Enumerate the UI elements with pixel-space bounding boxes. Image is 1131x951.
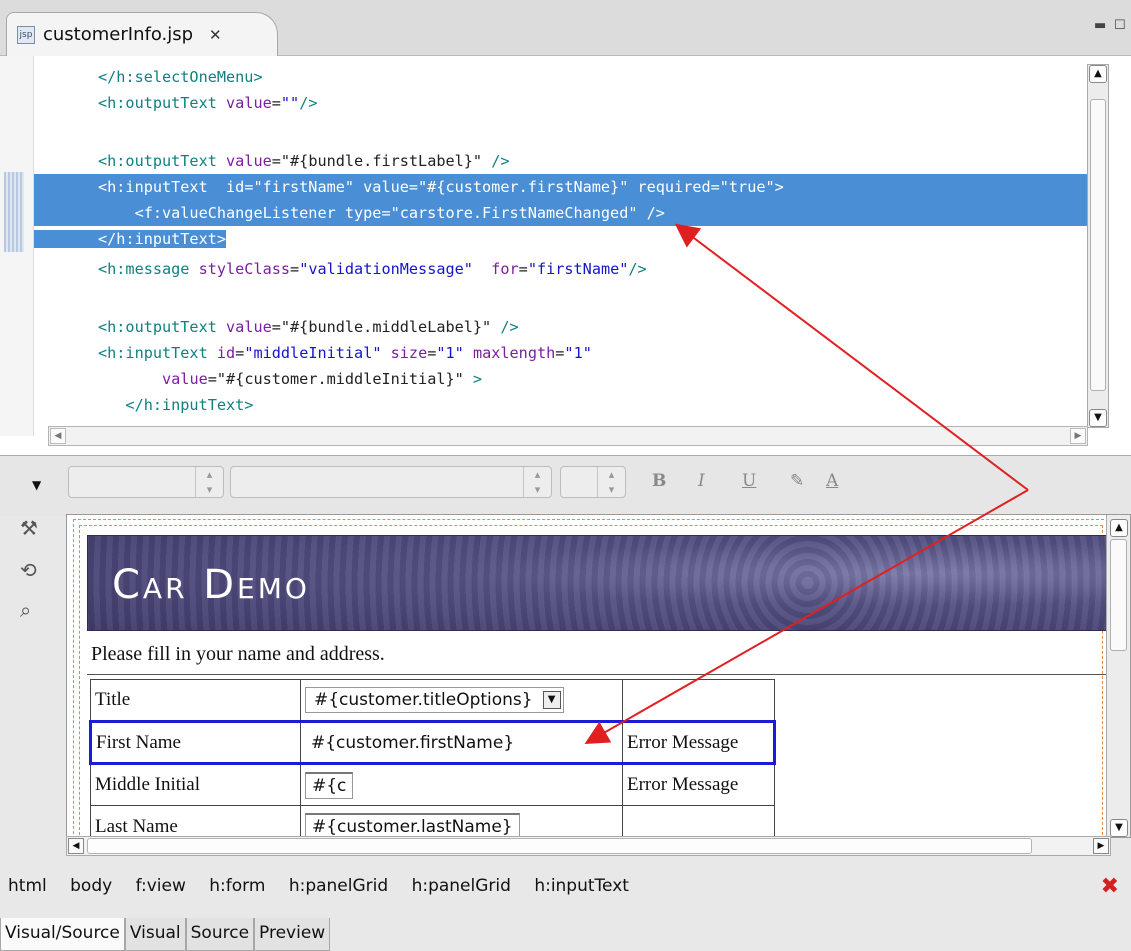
breadcrumb-item[interactable]: h:panelGrid xyxy=(412,876,511,896)
code-text: </h:inputText> xyxy=(34,230,227,248)
editor-tab-label: customerInfo.jsp xyxy=(43,24,194,45)
row-message: Error Message xyxy=(622,763,775,806)
breadcrumb-item[interactable]: body xyxy=(70,876,112,896)
scroll-up-icon[interactable]: ▲ xyxy=(1089,65,1107,83)
breadcrumb-item[interactable]: html xyxy=(8,876,47,896)
minimize-icon[interactable]: ▬ xyxy=(1094,18,1106,33)
row-message: Error Message xyxy=(622,720,776,765)
editor-tab-customerinfo[interactable]: jsp customerInfo.jsp ✕ xyxy=(6,12,278,56)
customer-panel-grid: Title #{customer.titleOptions} ▼ First Na… xyxy=(89,679,776,837)
canvas-vertical-scrollbar[interactable]: ▲ ▼ xyxy=(1106,515,1130,837)
row-label: Last Name xyxy=(90,805,301,837)
editor-gutter xyxy=(0,56,34,436)
car-demo-banner: Car Demo xyxy=(87,535,1117,631)
code-area[interactable]: </h:selectOneMenu> <h:outputText value="… xyxy=(34,56,1088,428)
code-line-selected: <f:valueChangeListener type="carstore.Fi… xyxy=(34,200,1088,226)
toolbar-menu-icon[interactable]: ▼ xyxy=(32,478,41,492)
select-value: #{customer.titleOptions} xyxy=(314,690,533,710)
scroll-down-icon[interactable]: ▼ xyxy=(1110,819,1128,837)
row-label: Middle Initial xyxy=(90,763,301,806)
spinner-icon: ▴ ▾ xyxy=(597,467,625,497)
format-combo[interactable]: ▴ ▾ xyxy=(68,466,224,498)
highlight-icon[interactable]: ✎ xyxy=(790,471,804,491)
scroll-right-icon[interactable]: ▶ xyxy=(1093,838,1109,854)
intro-text: Please fill in your name and address. xyxy=(87,633,1117,675)
visual-toolbar: ▼ ▴ ▾ ▴ ▾ ▴ ▾ B I U ✎ A xyxy=(0,456,1131,516)
editor-tab-bar: jsp customerInfo.jsp ✕ ▬ ☐ xyxy=(0,0,1131,56)
editor-horizontal-scrollbar[interactable]: ◀ ▶ xyxy=(48,426,1088,446)
code-text: <f:valueChangeListener type="carstore.Fi… xyxy=(98,204,665,222)
tab-source[interactable]: Source xyxy=(185,918,255,951)
editor-vertical-scrollbar[interactable]: ▲ ▼ xyxy=(1087,64,1109,428)
underline-button[interactable]: U xyxy=(742,471,756,491)
maximize-icon[interactable]: ☐ xyxy=(1114,18,1126,33)
code-line: </h:selectOneMenu> xyxy=(34,64,1088,90)
close-icon[interactable]: ✖ xyxy=(1101,874,1119,899)
jsp-file-icon: jsp xyxy=(17,25,35,44)
code-line: </h:inputText> xyxy=(34,392,1088,418)
scroll-thumb[interactable] xyxy=(1110,539,1127,651)
close-tab-icon[interactable]: ✕ xyxy=(209,26,222,44)
scroll-down-icon[interactable]: ▼ xyxy=(1089,409,1107,427)
preview-icon[interactable]: ⌕ xyxy=(20,598,31,622)
breadcrumb-item[interactable]: h:panelGrid xyxy=(289,876,388,896)
scroll-left-icon[interactable]: ◀ xyxy=(50,428,66,444)
breadcrumb-item[interactable]: h:form xyxy=(209,876,265,896)
code-line: <h:inputText id="middleInitial" size="1"… xyxy=(98,344,592,362)
code-line: <h:outputText value=""/> xyxy=(98,94,318,112)
chevron-down-icon[interactable]: ▼ xyxy=(542,691,561,709)
breadcrumb-item[interactable]: f:view xyxy=(136,876,186,896)
code-text: </h:inputText> xyxy=(98,396,254,414)
tab-visual[interactable]: Visual xyxy=(124,918,186,951)
banner-title: Car Demo xyxy=(112,562,310,608)
code-line-selected: </h:inputText> xyxy=(34,226,1088,252)
lastname-input[interactable]: #{customer.lastName} xyxy=(305,813,520,837)
row-label: First Name xyxy=(89,720,301,765)
scroll-left-icon[interactable]: ◀ xyxy=(68,838,84,854)
bold-button[interactable]: B xyxy=(652,471,666,491)
source-editor[interactable]: </h:selectOneMenu> <h:outputText value="… xyxy=(0,56,1131,456)
row-message xyxy=(622,805,775,837)
scroll-thumb[interactable] xyxy=(87,838,1032,854)
font-combo[interactable]: ▴ ▾ xyxy=(230,466,552,498)
change-marker xyxy=(4,172,24,252)
spinner-icon: ▴ ▾ xyxy=(195,467,223,497)
breadcrumb-item[interactable]: h:inputText xyxy=(534,876,629,896)
code-text: </h:selectOneMenu> xyxy=(98,68,263,86)
visual-canvas[interactable]: Car Demo Please fill in your name and ad… xyxy=(66,514,1131,838)
scroll-up-icon[interactable]: ▲ xyxy=(1110,519,1128,537)
italic-button[interactable]: I xyxy=(698,471,705,491)
tab-preview[interactable]: Preview xyxy=(254,918,331,951)
tab-visual-source[interactable]: Visual/Source xyxy=(0,918,125,951)
code-text: <h:inputText id="firstName" value="#{cus… xyxy=(98,178,784,196)
row-label: Title xyxy=(90,679,301,722)
editor-mode-tabs: Visual/Source Visual Source Preview xyxy=(0,918,331,951)
title-select[interactable]: #{customer.titleOptions} ▼ xyxy=(305,687,564,713)
breadcrumb: html body f:view h:form h:panelGrid h:pa… xyxy=(8,876,643,896)
font-color-icon[interactable]: A xyxy=(826,471,838,491)
code-line: <h:outputText value="#{bundle.middleLabe… xyxy=(98,318,519,336)
table-row: Middle Initial #{c Error Message xyxy=(90,763,775,806)
tools-icon[interactable]: ⚒ xyxy=(20,516,38,540)
table-row-selected[interactable]: First Name #{customer.firstName} Error M… xyxy=(89,720,776,765)
refresh-icon[interactable]: ⟲ xyxy=(20,558,37,582)
code-line: <h:message styleClass="validationMessage… xyxy=(98,260,647,278)
row-message xyxy=(622,679,775,722)
table-row: Last Name #{customer.lastName} xyxy=(90,805,775,837)
code-line: value="#{customer.middleInitial}" > xyxy=(162,370,483,388)
middleinitial-input[interactable]: #{c xyxy=(305,771,353,799)
spinner-icon: ▴ ▾ xyxy=(523,467,551,497)
scroll-thumb[interactable] xyxy=(1090,99,1106,391)
code-line-selected: <h:inputText id="firstName" value="#{cus… xyxy=(34,174,1088,200)
firstname-input[interactable]: #{customer.firstName} xyxy=(305,730,521,755)
canvas-horizontal-scrollbar[interactable]: ◀ ▶ xyxy=(66,836,1111,856)
scroll-right-icon[interactable]: ▶ xyxy=(1070,428,1086,444)
table-row: Title #{customer.titleOptions} ▼ xyxy=(90,679,775,722)
size-combo[interactable]: ▴ ▾ xyxy=(560,466,626,498)
code-line: <h:outputText value="#{bundle.firstLabel… xyxy=(98,152,510,170)
